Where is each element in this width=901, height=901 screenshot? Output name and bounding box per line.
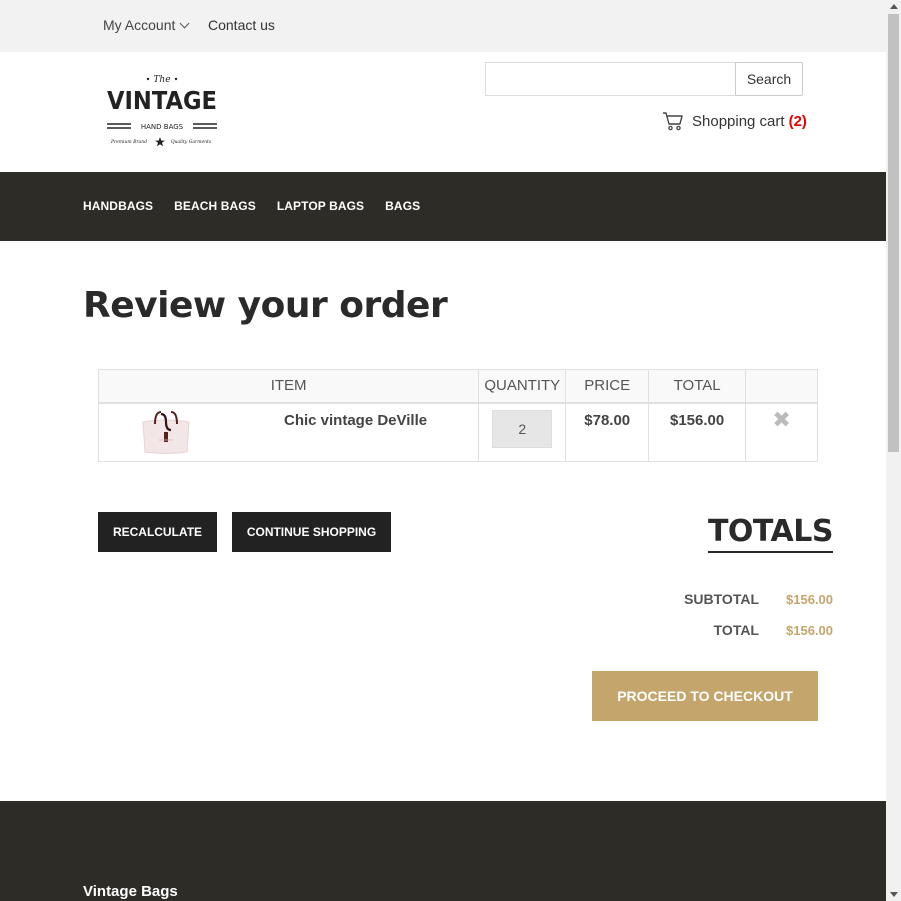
continue-shopping-button[interactable]: CONTINUE SHOPPING	[232, 512, 391, 552]
header-remove	[745, 369, 818, 404]
remove-cell: ✖	[745, 402, 818, 462]
vintage-handbags-logo[interactable]: The VINTAGE HAND BAGS Premium Brand Qual…	[103, 72, 221, 152]
my-account-label: My Account	[103, 17, 176, 33]
quantity-cell: 2	[478, 402, 567, 462]
quantity-input[interactable]: 2	[492, 409, 553, 448]
cart-count-badge: (2)	[788, 112, 807, 130]
total-label: TOTAL	[713, 622, 759, 638]
scrollbar-thumb[interactable]	[888, 14, 899, 452]
search-input[interactable]	[485, 62, 737, 96]
page-title: Review your order	[83, 285, 448, 326]
total-value: $156.00	[786, 622, 833, 638]
shopping-cart-link[interactable]: Shopping cart (2)	[662, 110, 807, 132]
price-cell: $78.00	[565, 402, 650, 462]
remove-item-icon[interactable]: ✖	[772, 408, 790, 430]
scroll-up-arrow-icon[interactable]	[890, 4, 898, 9]
total-row: TOTAL $156.00	[639, 622, 833, 638]
top-utility-bar: My Account Contact us	[0, 0, 886, 52]
logo-vintage: VINTAGE	[107, 86, 217, 115]
item-cell: Chic vintage DeVille	[97, 402, 480, 462]
order-table: ITEM QUANTITY PRICE TOTAL Chic vintage D…	[97, 369, 818, 462]
table-header-row: ITEM QUANTITY PRICE TOTAL	[97, 369, 818, 404]
proceed-to-checkout-button[interactable]: PROCEED TO CHECKOUT	[592, 671, 818, 721]
nav-item-bags[interactable]: BAGS	[385, 199, 420, 213]
logo-the: The	[153, 75, 170, 85]
my-account-menu[interactable]: My Account	[103, 17, 190, 33]
header-item: ITEM	[97, 369, 480, 404]
product-thumbnail[interactable]	[137, 409, 195, 456]
scroll-down-arrow-icon[interactable]	[890, 892, 898, 897]
chevron-down-icon	[179, 18, 190, 28]
logo-handbags: HAND BAGS	[141, 123, 184, 131]
nav-item-laptop-bags[interactable]: LAPTOP BAGS	[277, 199, 364, 213]
table-row: Chic vintage DeVille 2 $78.00 $156.00 ✖	[97, 402, 818, 462]
site-footer: Vintage Bags	[0, 801, 886, 901]
shopping-cart-label: Shopping cart	[692, 112, 785, 130]
subtotal-label: SUBTOTAL	[684, 591, 759, 607]
site-header: The VINTAGE HAND BAGS Premium Brand Qual…	[0, 52, 886, 172]
shopping-cart-icon	[663, 112, 683, 131]
logo-right-tag: Quality Garments	[171, 139, 212, 145]
header-quantity: QUANTITY	[478, 369, 567, 404]
logo-left-tag: Premium Brand	[110, 139, 147, 145]
subtotal-value: $156.00	[786, 591, 833, 607]
main-navigation: HANDBAGS BEACH BAGS LAPTOP BAGS BAGS	[0, 172, 886, 241]
totals-heading: TOTALS	[707, 514, 834, 553]
search-button[interactable]: Search	[735, 62, 803, 96]
nav-item-handbags[interactable]: HANDBAGS	[83, 199, 153, 213]
line-total-cell: $156.00	[648, 402, 747, 462]
recalculate-button[interactable]: RECALCULATE	[98, 512, 217, 552]
contact-us-link[interactable]: Contact us	[208, 17, 275, 33]
header-total: TOTAL	[648, 369, 747, 404]
subtotal-row: SUBTOTAL $156.00	[639, 591, 833, 607]
product-name-link[interactable]: Chic vintage DeVille	[284, 412, 427, 429]
header-price: PRICE	[565, 369, 650, 404]
nav-item-beach-bags[interactable]: BEACH BAGS	[174, 199, 256, 213]
page-scrollbar[interactable]	[886, 0, 901, 901]
footer-title: Vintage Bags	[83, 883, 178, 900]
